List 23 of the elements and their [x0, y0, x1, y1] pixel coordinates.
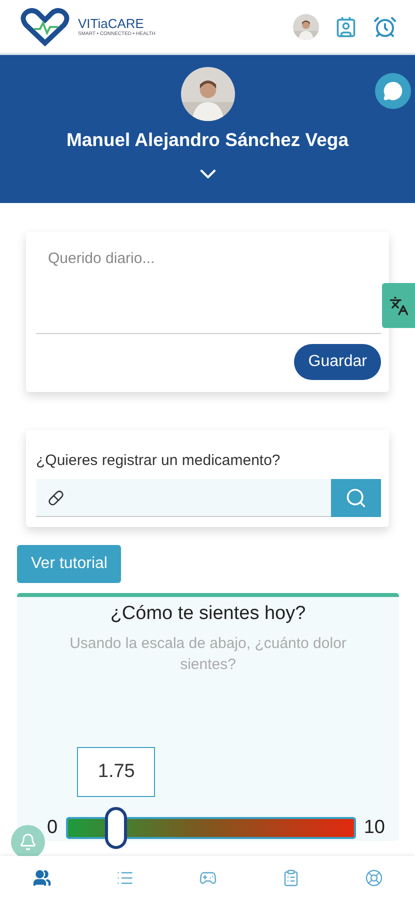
alarm-clock-icon[interactable]: [373, 14, 397, 38]
pain-title: ¿Cómo te sientes hoy?: [110, 603, 306, 625]
chat-button[interactable]: [375, 73, 411, 109]
brand-name: VITiaCARE: [78, 16, 145, 31]
patient-name: Manuel Alejandro Sánchez Vega: [66, 129, 349, 151]
heart-logo-icon: [20, 6, 70, 46]
pill-icon: [48, 490, 64, 506]
contact-book-icon[interactable]: [335, 16, 357, 38]
translate-icon: [388, 296, 408, 316]
medication-question: ¿Quieres registrar un medicamento?: [36, 452, 282, 469]
search-button[interactable]: [331, 479, 381, 517]
chat-icon: [383, 81, 403, 101]
medication-field[interactable]: [36, 479, 331, 517]
pain-subtitle: Usando la escala de abajo, ¿cuánto dolor sientes?: [68, 634, 348, 675]
pain-slider[interactable]: [66, 807, 356, 849]
bell-icon: [19, 833, 37, 851]
search-icon: [345, 487, 367, 509]
translate-button[interactable]: [382, 283, 415, 328]
scale-min: 0: [47, 817, 58, 840]
pain-reading: 1.75: [77, 747, 156, 797]
slider-thumb[interactable]: [105, 807, 128, 849]
scale-max: 10: [364, 817, 385, 840]
save-button[interactable]: Guardar: [294, 344, 381, 380]
